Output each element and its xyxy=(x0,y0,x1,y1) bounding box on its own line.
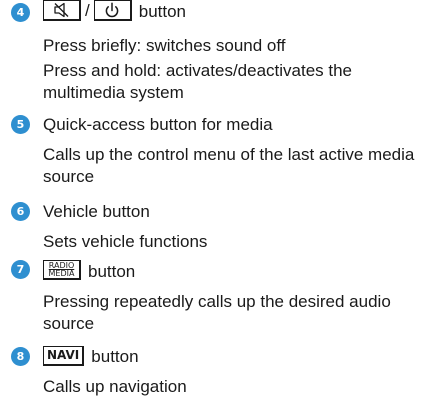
key-separator: / xyxy=(85,0,90,20)
item-description: Calls up navigation xyxy=(43,377,187,396)
media-key-label: MEDIA xyxy=(48,268,75,278)
item-number-badge: 7 xyxy=(11,260,30,279)
item-title: button xyxy=(138,2,186,21)
item-description: Calls up the control menu of the last ac… xyxy=(43,145,415,186)
item-number-badge: 5 xyxy=(11,115,30,134)
item-heading: RADIO MEDIA button xyxy=(43,259,136,283)
mute-icon xyxy=(53,2,68,18)
item-number-badge: 6 xyxy=(11,202,30,221)
navi-key: NAVI xyxy=(43,345,85,366)
item-description: Sets vehicle functions xyxy=(43,232,208,251)
item-number-badge: 4 xyxy=(11,3,30,22)
item-heading: / button xyxy=(43,0,186,24)
item-description: Press and hold: activates/deactivates th… xyxy=(43,61,353,102)
power-key xyxy=(93,0,132,22)
item-title: button xyxy=(88,262,136,281)
radio-media-key: RADIO MEDIA xyxy=(43,259,81,280)
item-heading: NAVI button xyxy=(43,345,139,368)
mute-key xyxy=(43,0,81,22)
item-heading: Quick-access button for media xyxy=(43,115,273,134)
item-description: Press briefly: switches sound off xyxy=(43,36,286,55)
power-icon xyxy=(105,2,119,18)
item-title: button xyxy=(91,347,139,366)
item-number-badge: 8 xyxy=(11,347,30,366)
item-description: Pressing repeatedly calls up the desired… xyxy=(43,292,391,333)
item-heading: Vehicle button xyxy=(43,202,150,221)
